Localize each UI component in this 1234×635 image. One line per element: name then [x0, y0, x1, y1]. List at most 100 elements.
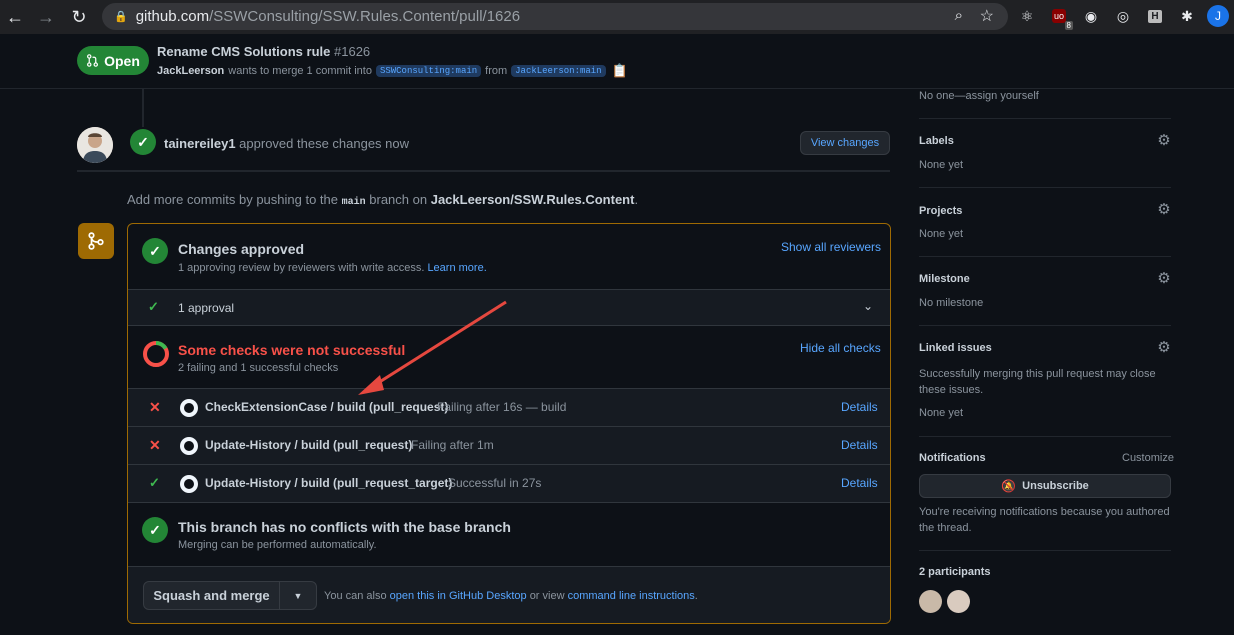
approvals-count: 1 approval — [178, 301, 235, 315]
check-row: ✓ Update-History / build (pull_request_t… — [128, 464, 890, 502]
github-icon — [180, 399, 198, 417]
changes-approved-title: Changes approved — [178, 241, 305, 257]
pr-author[interactable]: JackLeerson — [157, 65, 224, 77]
assignees-value[interactable]: No one—assign yourself — [919, 90, 1039, 102]
url-host: github.com — [135, 8, 210, 25]
approver-avatar-icon — [77, 127, 113, 163]
merge-dropdown-caret-icon[interactable]: ▼ — [280, 582, 316, 609]
pr-status-badge: Open — [77, 46, 149, 75]
add-commits-prefix: Add more commits by pushing to the — [127, 192, 338, 207]
back-icon[interactable]: ← — [0, 2, 30, 32]
head-branch[interactable]: JackLeerson:main — [511, 65, 606, 77]
no-conflicts-check-icon: ✓ — [142, 517, 168, 543]
linked-issues-desc: Successfully merging this pull request m… — [919, 368, 1156, 396]
view-changes-button[interactable]: View changes — [800, 131, 890, 155]
sidebar-divider — [919, 118, 1171, 119]
x-mark-icon: ✕ — [149, 399, 161, 415]
branch-code: main — [341, 197, 366, 208]
x-mark-icon: ✕ — [149, 437, 161, 453]
gear-icon[interactable]: ⚙ — [1157, 133, 1171, 148]
sidebar-divider — [919, 325, 1171, 326]
labels-title[interactable]: Labels — [919, 135, 954, 147]
linked-issues-title[interactable]: Linked issues — [919, 342, 992, 354]
add-commits-suffix: . — [634, 192, 639, 207]
pr-merge-text: wants to merge 1 commit into — [228, 65, 372, 77]
forward-icon[interactable]: → — [31, 2, 61, 32]
approver-name[interactable]: tainereiley1 — [164, 136, 236, 151]
reload-icon[interactable]: ↻ — [64, 2, 94, 32]
address-bar[interactable]: 🔒 github.com/SSWConsulting/SSW.Rules.Con… — [102, 3, 1008, 30]
projects-value: None yet — [919, 228, 964, 240]
browser-toolbar: ← → ↻ 🔒 github.com/SSWConsulting/SSW.Rul… — [0, 0, 1234, 34]
changes-approved-sub: 1 approving review by reviewers with wri… — [178, 262, 487, 274]
milestone-title[interactable]: Milestone — [919, 273, 970, 285]
h-extension-icon[interactable]: H — [1145, 6, 1165, 26]
react-devtools-icon[interactable]: ⚛ — [1017, 6, 1037, 26]
also-prefix: You can also — [324, 590, 387, 602]
changes-approved-icon: ✓ — [142, 238, 168, 264]
learn-more-link[interactable]: Learn more. — [427, 262, 486, 274]
check-status: Successful in 27s — [448, 476, 542, 490]
check-mark-icon: ✓ — [148, 299, 159, 314]
approved-sub-text: 1 approving review by reviewers with wri… — [178, 262, 425, 274]
timeline-divider — [77, 170, 890, 172]
puzzle-extensions-icon[interactable]: ✱ — [1177, 6, 1197, 26]
pr-status-label: Open — [104, 52, 140, 69]
check-status: Failing after 16s — build — [437, 400, 567, 414]
merge-box: ✓ Changes approved 1 approving review by… — [127, 223, 891, 624]
check-name: CheckExtensionCase / build (pull_request… — [205, 400, 449, 414]
check-mark-icon: ✓ — [149, 475, 160, 490]
gear-icon[interactable]: ⚙ — [1157, 202, 1171, 217]
or-view-text: or view — [529, 590, 565, 602]
customize-link[interactable]: Customize — [1122, 452, 1174, 464]
repo-name: JackLeerson/SSW.Rules.Content — [430, 192, 635, 207]
check-name: Update-History / build (pull_request) — [205, 438, 413, 452]
cli-instructions-link[interactable]: command line instructions — [568, 590, 695, 602]
merge-actions-row: Squash and merge ▼ You can also open thi… — [128, 566, 890, 623]
git-merge-icon — [78, 223, 114, 259]
bookmark-star-icon[interactable]: ☆ — [980, 6, 994, 26]
annotation-arrow — [358, 300, 507, 395]
extension-badge: 8 — [1064, 21, 1073, 30]
pr-number: #1626 — [334, 44, 371, 59]
sidebar-divider — [919, 550, 1171, 551]
squash-merge-button[interactable]: Squash and merge — [144, 582, 280, 609]
participants-title: 2 participants — [919, 566, 991, 578]
gear-icon[interactable]: ⚙ — [1157, 271, 1171, 286]
lock-icon: 🔒 — [114, 11, 128, 23]
show-reviewers-link[interactable]: Show all reviewers — [781, 240, 881, 254]
search-icon[interactable]: ⌕ — [955, 7, 963, 24]
avatar[interactable] — [947, 590, 970, 613]
sidebar-divider — [919, 256, 1171, 257]
chevron-down-icon[interactable]: ⌄ — [863, 299, 873, 313]
also-suffix: . — [694, 590, 698, 602]
avatar[interactable] — [919, 590, 942, 613]
approval-text: approved these changes now — [239, 136, 410, 151]
extension-icon[interactable]: ◉ — [1081, 6, 1101, 26]
avatar[interactable] — [77, 127, 113, 163]
base-branch[interactable]: SSWConsulting:main — [375, 65, 482, 77]
details-link[interactable]: Details — [841, 400, 878, 414]
open-desktop-link[interactable]: open this in GitHub Desktop — [390, 590, 527, 602]
pr-title-text: Rename CMS Solutions rule — [157, 44, 331, 59]
projects-title[interactable]: Projects — [919, 205, 962, 217]
unsubscribe-button[interactable]: 🔕 Unsubscribe — [919, 474, 1171, 498]
hide-checks-link[interactable]: Hide all checks — [800, 341, 881, 355]
conflicts-row: ✓ This branch has no conflicts with the … — [128, 502, 890, 566]
labels-value: None yet — [919, 159, 964, 171]
sidebar-divider — [919, 187, 1171, 188]
notifications-title: Notifications — [919, 452, 986, 464]
gear-icon[interactable]: ⚙ — [1157, 340, 1171, 355]
details-link[interactable]: Details — [841, 476, 878, 490]
copy-icon[interactable]: 📋 — [612, 63, 628, 79]
profile-avatar[interactable]: J — [1207, 5, 1229, 27]
git-pull-request-icon — [87, 54, 99, 67]
milestone-value: No milestone — [919, 297, 984, 309]
linked-issues-value: None yet — [919, 407, 964, 419]
checks-status-ring-icon — [143, 341, 169, 367]
conflicts-title: This branch has no conflicts with the ba… — [178, 519, 511, 535]
target-extension-icon[interactable]: ◎ — [1113, 6, 1133, 26]
checks-sub: 2 failing and 1 successful checks — [178, 362, 339, 374]
details-link[interactable]: Details — [841, 438, 878, 452]
ublock-icon[interactable]: uo 8 — [1049, 6, 1073, 30]
